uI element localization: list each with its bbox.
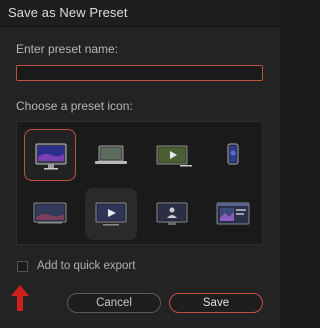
window-gallery-icon bbox=[216, 202, 250, 225]
preset-icon-option-smartphone[interactable] bbox=[207, 129, 259, 181]
preset-icon-option-tv-play[interactable] bbox=[85, 188, 137, 240]
preset-icon-option-screen-person[interactable] bbox=[146, 188, 198, 240]
preset-icon-grid bbox=[16, 121, 263, 245]
quick-export-checkbox[interactable] bbox=[17, 261, 28, 272]
preset-icon-option-imac[interactable] bbox=[24, 129, 76, 181]
preset-icon-option-window-gallery[interactable] bbox=[207, 188, 259, 240]
preset-name-label: Enter preset name: bbox=[16, 42, 119, 56]
screen-person-icon bbox=[156, 202, 188, 225]
preset-icon-option-monitor-landscape[interactable] bbox=[24, 188, 76, 240]
preset-icon-label: Choose a preset icon: bbox=[16, 99, 133, 113]
dialog-titlebar: Save as New Preset bbox=[0, 0, 280, 27]
quick-export-label: Add to quick export bbox=[37, 260, 136, 272]
cancel-button[interactable]: Cancel bbox=[67, 293, 161, 313]
preset-name-input[interactable] bbox=[16, 65, 263, 81]
tablet-play-icon bbox=[156, 145, 192, 167]
dialog-title: Save as New Preset bbox=[8, 5, 128, 20]
monitor-landscape-icon bbox=[33, 202, 67, 224]
tv-play-icon bbox=[95, 202, 127, 226]
laptop-icon bbox=[95, 145, 127, 164]
annotation-arrow-icon bbox=[11, 285, 29, 311]
preset-icon-option-laptop[interactable] bbox=[85, 129, 137, 181]
imac-icon bbox=[35, 143, 67, 170]
save-preset-dialog: Save as New Preset Enter preset name: Ch… bbox=[0, 0, 280, 328]
smartphone-icon bbox=[227, 143, 239, 165]
save-button[interactable]: Save bbox=[169, 293, 263, 313]
preset-icon-option-tablet-play[interactable] bbox=[146, 129, 198, 181]
